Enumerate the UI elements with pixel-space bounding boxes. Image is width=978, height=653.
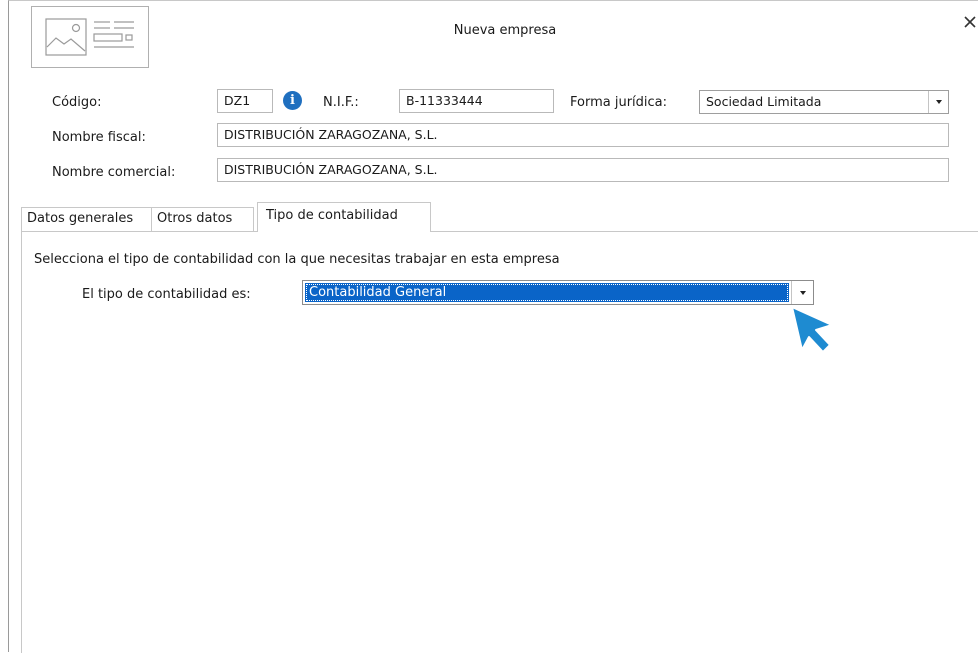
forma-juridica-dropdown-button[interactable] bbox=[928, 91, 948, 113]
nombre-comercial-label: Nombre comercial: bbox=[52, 165, 176, 180]
nif-label: N.I.F.: bbox=[323, 95, 359, 110]
tipo-contabilidad-dropdown-button[interactable] bbox=[791, 281, 813, 304]
tab-otros-datos[interactable]: Otros datos bbox=[151, 207, 254, 231]
info-icon[interactable]: i bbox=[283, 91, 302, 110]
instruction-text: Selecciona el tipo de contabilidad con l… bbox=[34, 252, 560, 267]
tab-datos-generales[interactable]: Datos generales bbox=[21, 207, 152, 231]
tipo-contabilidad-label: El tipo de contabilidad es: bbox=[82, 287, 251, 302]
nombre-fiscal-field[interactable]: DISTRIBUCIÓN ZARAGOZANA, S.L. bbox=[217, 123, 949, 147]
close-icon bbox=[964, 16, 976, 28]
dialog-title: Nueva empresa bbox=[453, 23, 557, 38]
codigo-field[interactable]: DZ1 bbox=[217, 89, 273, 113]
nombre-fiscal-label: Nombre fiscal: bbox=[52, 130, 146, 145]
codigo-label: Código: bbox=[52, 95, 102, 110]
info-glyph: i bbox=[290, 93, 295, 108]
forma-juridica-label: Forma jurídica: bbox=[570, 95, 668, 110]
tipo-contabilidad-select[interactable]: Contabilidad General bbox=[302, 280, 814, 305]
chevron-down-icon bbox=[935, 100, 942, 104]
nif-field[interactable]: B-11333444 bbox=[399, 89, 554, 113]
nombre-comercial-field[interactable]: DISTRIBUCIÓN ZARAGOZANA, S.L. bbox=[217, 158, 949, 182]
chevron-down-icon bbox=[799, 290, 806, 295]
tipo-contabilidad-value: Contabilidad General bbox=[305, 283, 789, 302]
forma-juridica-select[interactable]: Sociedad Limitada bbox=[699, 90, 949, 114]
close-button[interactable] bbox=[961, 13, 978, 31]
pointer-cursor-icon bbox=[791, 306, 833, 353]
tipo-contabilidad-panel: Selecciona el tipo de contabilidad con l… bbox=[21, 231, 978, 653]
forma-juridica-value: Sociedad Limitada bbox=[706, 94, 822, 109]
tab-tipo-de-contabilidad[interactable]: Tipo de contabilidad bbox=[257, 202, 431, 232]
